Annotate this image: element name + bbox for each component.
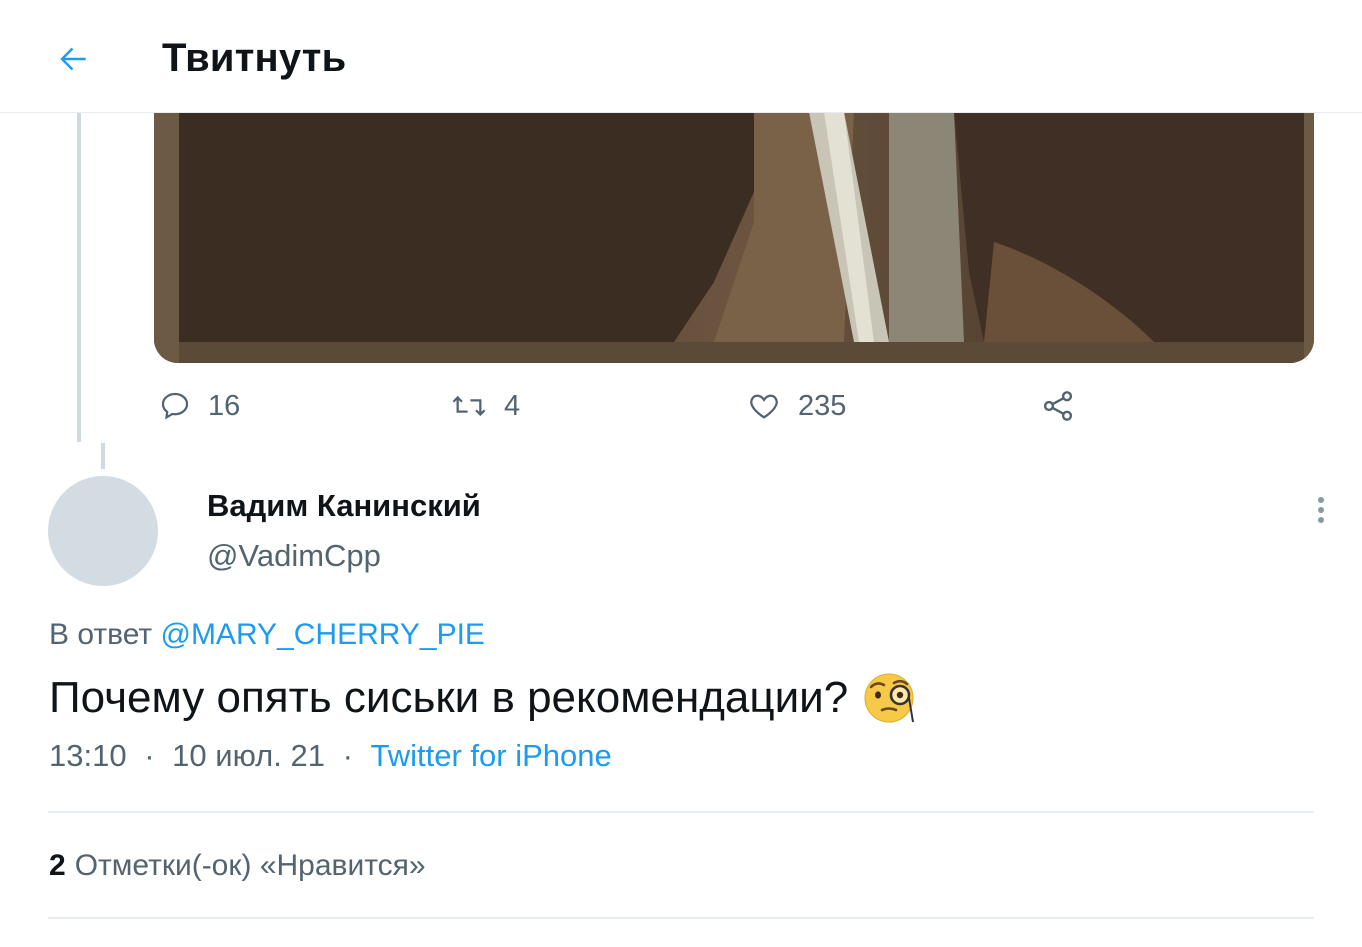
separator-dot: · xyxy=(144,738,155,773)
back-button[interactable] xyxy=(50,36,96,82)
like-button[interactable]: 235 xyxy=(746,380,846,432)
likes-label: Отметки(-ок) «Нравится» xyxy=(74,849,426,882)
reply-mention-link[interactable]: @MARY_CHERRY_PIE xyxy=(160,618,484,651)
share-button[interactable] xyxy=(1040,380,1092,432)
retweet-icon xyxy=(452,395,486,417)
author-name[interactable]: Вадим Канинский xyxy=(207,488,481,524)
more-dot-icon xyxy=(1318,507,1324,513)
retweet-count: 4 xyxy=(504,389,521,422)
likes-count: 2 xyxy=(49,849,66,882)
author-handle[interactable]: @VadimCpp xyxy=(207,538,381,574)
avatar[interactable] xyxy=(48,476,158,586)
likes-summary-link[interactable]: 2 Отметки(-ок) «Нравится» xyxy=(49,849,426,883)
separator-dot: · xyxy=(342,738,353,773)
reply-icon xyxy=(161,392,189,420)
page-title: Твитнуть xyxy=(162,36,347,80)
heart-icon xyxy=(750,394,778,419)
share-icon xyxy=(1043,391,1073,421)
arrow-left-icon xyxy=(60,47,86,71)
retweet-button[interactable]: 4 xyxy=(450,380,520,432)
divider xyxy=(48,811,1314,813)
tweet-text: Почему опять сиськи в рекомендации? xyxy=(49,673,849,722)
tweet-time[interactable]: 13:10 xyxy=(49,738,127,773)
face-with-monocle-icon xyxy=(864,673,915,723)
divider xyxy=(48,917,1314,919)
tweet-body: Почему опять сиськи в рекомендации? xyxy=(49,670,918,726)
reply-count: 16 xyxy=(208,389,241,422)
tweet-media-image[interactable] xyxy=(154,112,1314,363)
reply-button[interactable]: 16 xyxy=(158,380,240,432)
tweet-actions-bar: 16 4 235 xyxy=(0,380,1362,432)
reply-context: В ответ @MARY_CHERRY_PIE xyxy=(49,618,485,652)
more-options-button[interactable] xyxy=(1307,490,1335,530)
more-dot-icon xyxy=(1318,517,1324,523)
tweet-date[interactable]: 10 июл. 21 xyxy=(172,738,325,773)
thread-connector-lower xyxy=(101,443,105,469)
tweet-source-link[interactable]: Twitter for iPhone xyxy=(371,738,612,773)
reply-prefix: В ответ xyxy=(49,618,153,651)
more-dot-icon xyxy=(1318,497,1324,503)
tweet-meta: 13:10 · 10 июл. 21 · Twitter for iPhone xyxy=(49,738,612,774)
like-count: 235 xyxy=(798,389,847,422)
top-bar: Твитнуть xyxy=(0,0,1362,113)
